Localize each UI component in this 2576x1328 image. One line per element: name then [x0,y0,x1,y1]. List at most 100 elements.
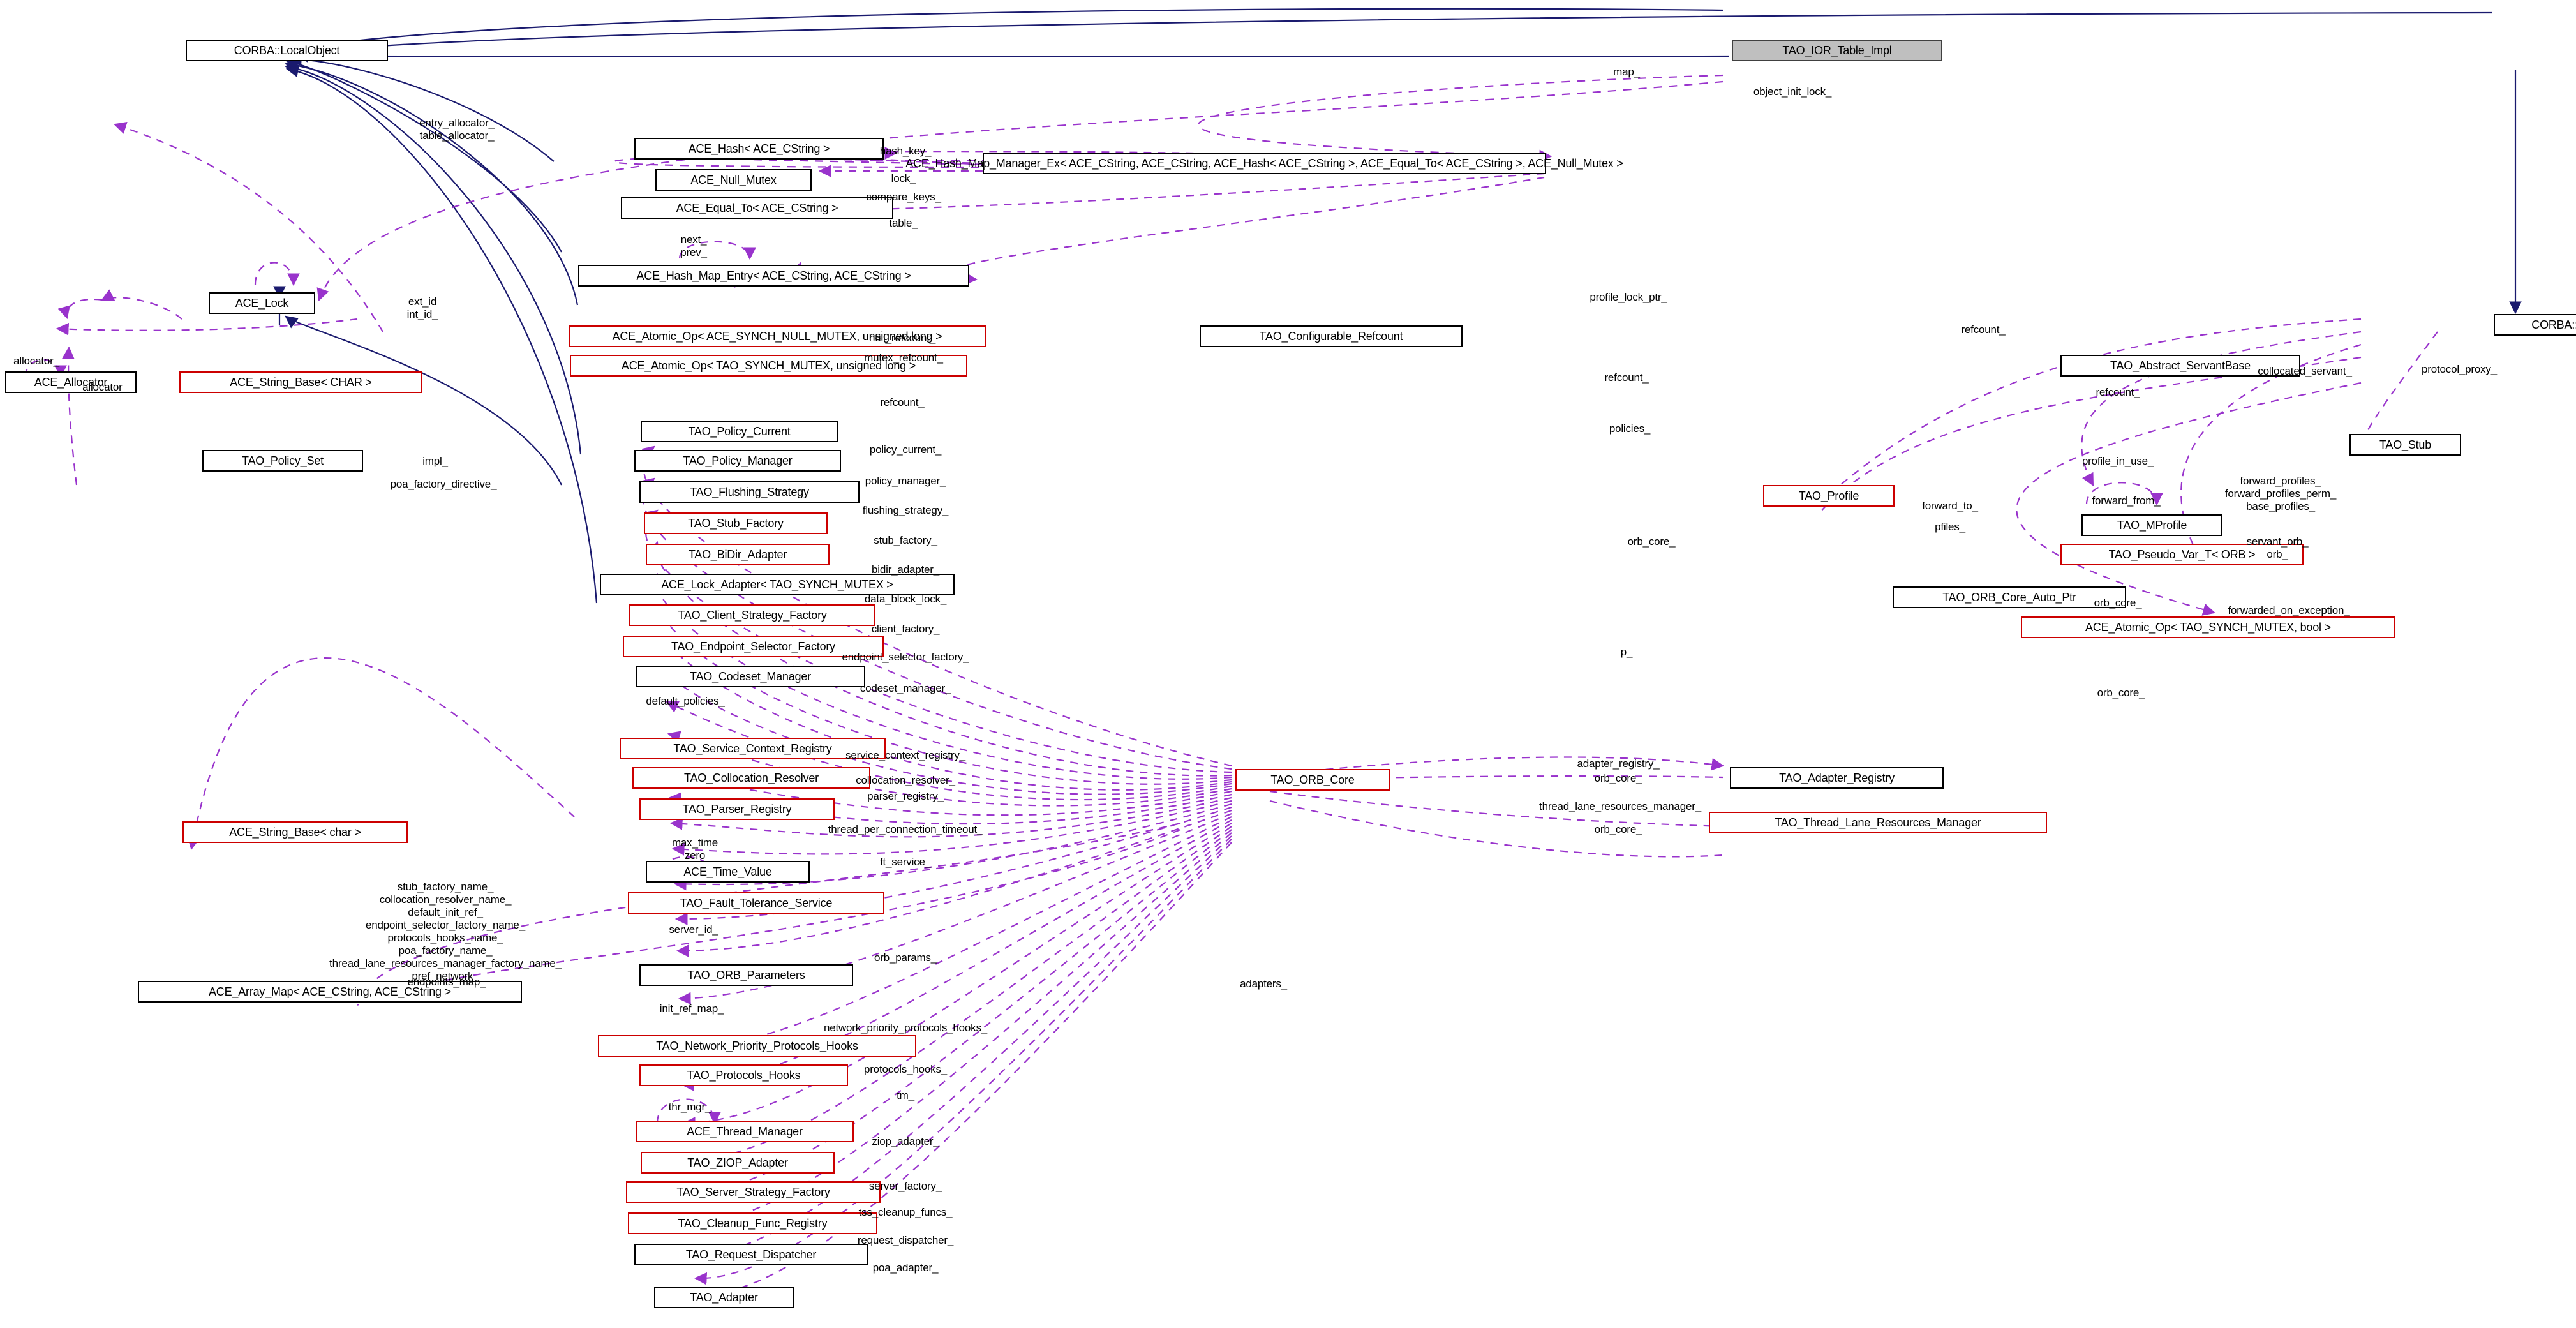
class-node-ace_time_value[interactable]: ACE_Time_Value [646,861,810,883]
class-node-tao_cleanup_func_registry[interactable]: TAO_Cleanup_Func_Registry [628,1212,877,1234]
edge-label-string_names_group: stub_factory_name_ collocation_resolver_… [329,881,562,983]
class-node-tao_fault_tolerance_service[interactable]: TAO_Fault_Tolerance_Service [628,892,884,914]
edge-label-profile_lock_ptr_: profile_lock_ptr_ [1590,291,1667,303]
class-node-tao_stub_factory[interactable]: TAO_Stub_Factory [644,512,828,534]
edge-label-request_dispatcher_: request_dispatcher_ [857,1234,954,1246]
edge-label-forwarded_on_exception_: forwarded_on_exception_ [2228,604,2350,616]
edge-label-max_time_zero: max_time zero [671,837,718,862]
edge-label-parser_registry_: parser_registry_ [867,790,944,802]
class-node-ace_string_base_char_upper[interactable]: ACE_String_Base< CHAR > [179,371,422,393]
class-node-tao_bidir_adapter[interactable]: TAO_BiDir_Adapter [646,544,830,565]
edge-label-tss_cleanup_funcs_: tss_cleanup_funcs_ [858,1206,953,1218]
edge-label-p_: p_ [1620,646,1633,658]
class-node-tao_orb_core[interactable]: TAO_ORB_Core [1235,769,1390,791]
edge-label-server_factory_: server_factory_ [868,1180,942,1192]
class-node-ace_hash_map_manager_ex[interactable]: ACE_Hash_Map_Manager_Ex< ACE_CString, AC… [905,153,1623,174]
edge-label-orb_core_r1: orb_core_ [1627,535,1676,548]
edge-label-servant_orb_orb_: servant_orb_ orb_ [2246,535,2309,561]
edge-label-map_: map_ [1613,66,1640,78]
class-node-tao_network_priority_hooks[interactable]: TAO_Network_Priority_Protocols_Hooks [598,1035,916,1057]
class-node-ace_equal_to_cstring[interactable]: ACE_Equal_To< ACE_CString > [621,197,893,219]
edge-label-server_id_: server_id_ [669,923,718,936]
class-node-ace_string_base_char_lower[interactable]: ACE_String_Base< char > [182,821,408,843]
edge-label-table_: table_ [889,217,918,229]
collaboration-diagram: CORBA::LocalObject TAO_IOR_Table_ImplACE_… [0,0,2576,1328]
edge-label-entry_table_allocator_: entry_allocator_ table_allocator_ [419,117,495,142]
edge-label-allocator_a: allocator_ [82,381,128,393]
edge-label-orb_core_r4: orb_core_ [1594,772,1642,784]
edge-label-default_policies_: default_policies_ [646,695,725,707]
class-node-ace_atomic_op_tao_bool[interactable]: ACE_Atomic_Op< TAO_SYNCH_MUTEX, bool > [2021,616,2395,638]
edge-label-poa_factory_directive_: poa_factory_directive_ [390,478,497,490]
class-node-tao_parser_registry[interactable]: TAO_Parser_Registry [639,798,835,820]
class-node-tao_client_strategy_factory[interactable]: TAO_Client_Strategy_Factory [629,604,875,626]
class-node-tao_adapter_registry[interactable]: TAO_Adapter_Registry [1730,767,1944,789]
class-node-tao_ior_table_impl[interactable]: TAO_IOR_Table_Impl [1732,40,1942,61]
class-node-tao_stub[interactable]: TAO_Stub [2349,434,2461,456]
class-node-ace_hash_cstring[interactable]: ACE_Hash< ACE_CString > [634,138,884,160]
class-node-tao_mprofile[interactable]: TAO_MProfile [2081,514,2222,536]
class-node-tao_configurable_refcount[interactable]: TAO_Configurable_Refcount [1200,325,1463,347]
class-node-ace_hash_map_entry[interactable]: ACE_Hash_Map_Entry< ACE_CString, ACE_CSt… [578,265,969,287]
edge-label-refcount_r2: refcount_ [1604,371,1649,384]
edge-label-poa_adapter_: poa_adapter_ [872,1262,939,1274]
edge-label-orb_params_: orb_params_ [874,951,937,964]
class-node-tao_protocols_hooks[interactable]: TAO_Protocols_Hooks [639,1064,848,1086]
edge-label-policy_current_: policy_current_ [869,444,942,456]
edge-label-allocator_self: allocator_ [13,355,59,367]
edge-label-collocated_servant_: collocated_servant_ [2258,365,2352,377]
edge-label-policy_manager_: policy_manager_ [865,475,946,487]
class-node-tao_policy_set[interactable]: TAO_Policy_Set [202,450,363,472]
edge-label-orb_core_r2: orb_core_ [2094,597,2142,609]
edge-label-hash_key_: hash_key_ [879,145,932,157]
class-node-tao_profile[interactable]: TAO_Profile [1763,485,1895,507]
edge-label-data_block_lock_: data_block_lock_ [864,593,947,605]
class-node-tao_policy_current[interactable]: TAO_Policy_Current [641,421,838,442]
class-node-tao_orb_core_auto_ptr[interactable]: TAO_ORB_Core_Auto_Ptr [1893,586,2126,608]
class-node-tao_adapter[interactable]: TAO_Adapter [654,1287,794,1308]
class-node-ace_thread_manager[interactable]: ACE_Thread_Manager [636,1121,854,1142]
edge-label-thr_mgr_: thr_mgr_ [668,1101,711,1113]
class-node-tao_codeset_manager[interactable]: TAO_Codeset_Manager [636,666,865,687]
edge-label-thread_per_connection_timeout_: thread_per_connection_timeout_ [828,823,983,835]
class-node-tao_flushing_strategy[interactable]: TAO_Flushing_Strategy [639,481,860,503]
class-node-corba_object[interactable]: CORBA::Object [2494,314,2576,336]
edge-label-service_context_registry_: service_context_registry_ [845,749,965,761]
class-node-tao_server_strategy_factory[interactable]: TAO_Server_Strategy_Factory [626,1181,881,1203]
edge-label-protocol_proxy_: protocol_proxy_ [2422,363,2497,375]
class-node-tao_collocation_resolver[interactable]: TAO_Collocation_Resolver [632,767,870,789]
edge-label-adapters_: adapters_ [1240,978,1287,990]
edge-label-refcount_r3: refcount_ [880,396,925,408]
edge-layer [24,8,2522,1301]
edge-label-bidir_adapter_: bidir_adapter_ [872,563,939,576]
edge-label-endpoints_map_: endpoints_map_ [407,976,486,988]
edge-label-null_refcount_: null_refcount_ [869,332,935,344]
edge-label-next_prev_: next_ prev_ [680,234,707,259]
edge-label-adapter_registry_: adapter_registry_ [1577,757,1660,770]
edge-label-profile_in_use_: profile_in_use_ [2081,455,2154,467]
class-node-ace_lock[interactable]: ACE_Lock [209,292,315,314]
edge-label-client_factory_: client_factory_ [871,623,940,635]
class-node-corba_localobject[interactable]: CORBA::LocalObject [186,40,388,61]
edge-label-ft_service_: ft_service_ [879,856,932,868]
edge-label-endpoint_selector_factory_: endpoint_selector_factory_ [842,651,969,663]
class-node-tao_thread_lane_res_manager[interactable]: TAO_Thread_Lane_Resources_Manager [1709,812,2047,833]
edge-label-tm_: tm_ [897,1089,914,1101]
edge-label-flushing_strategy_: flushing_strategy_ [862,504,949,516]
edge-label-mutex_refcount_: mutex_refcount_ [864,352,943,364]
class-node-tao_policy_manager[interactable]: TAO_Policy_Manager [634,450,841,472]
class-node-tao_orb_parameters[interactable]: TAO_ORB_Parameters [639,964,853,986]
edge-label-forward_profiles_group: forward_profiles_ forward_profiles_perm_… [2224,475,2337,513]
edge-label-pfiles_: pfiles_ [1935,521,1965,533]
edge-label-refcount_r4: refcount_ [2096,386,2140,398]
edge-label-collocation_resolver_: collocation_resolver_ [856,774,955,786]
class-node-tao_ziop_adapter[interactable]: TAO_ZIOP_Adapter [641,1152,835,1174]
edge-label-codeset_manager_: codeset_manager_ [860,682,951,694]
edge-label-impl_: impl_ [422,455,448,467]
class-node-tao_request_dispatcher[interactable]: TAO_Request_Dispatcher [634,1244,868,1265]
edge-label-network_priority_protocols_hooks_: network_priority_protocols_hooks_ [823,1022,988,1034]
edge-label-ext_int_id_: ext_id int_id_ [406,295,438,321]
class-node-ace_null_mutex[interactable]: ACE_Null_Mutex [655,169,812,191]
class-node-ace_lock_adapter_tao_mutex[interactable]: ACE_Lock_Adapter< TAO_SYNCH_MUTEX > [600,574,955,595]
edge-label-compare_keys_: compare_keys_ [866,191,941,203]
